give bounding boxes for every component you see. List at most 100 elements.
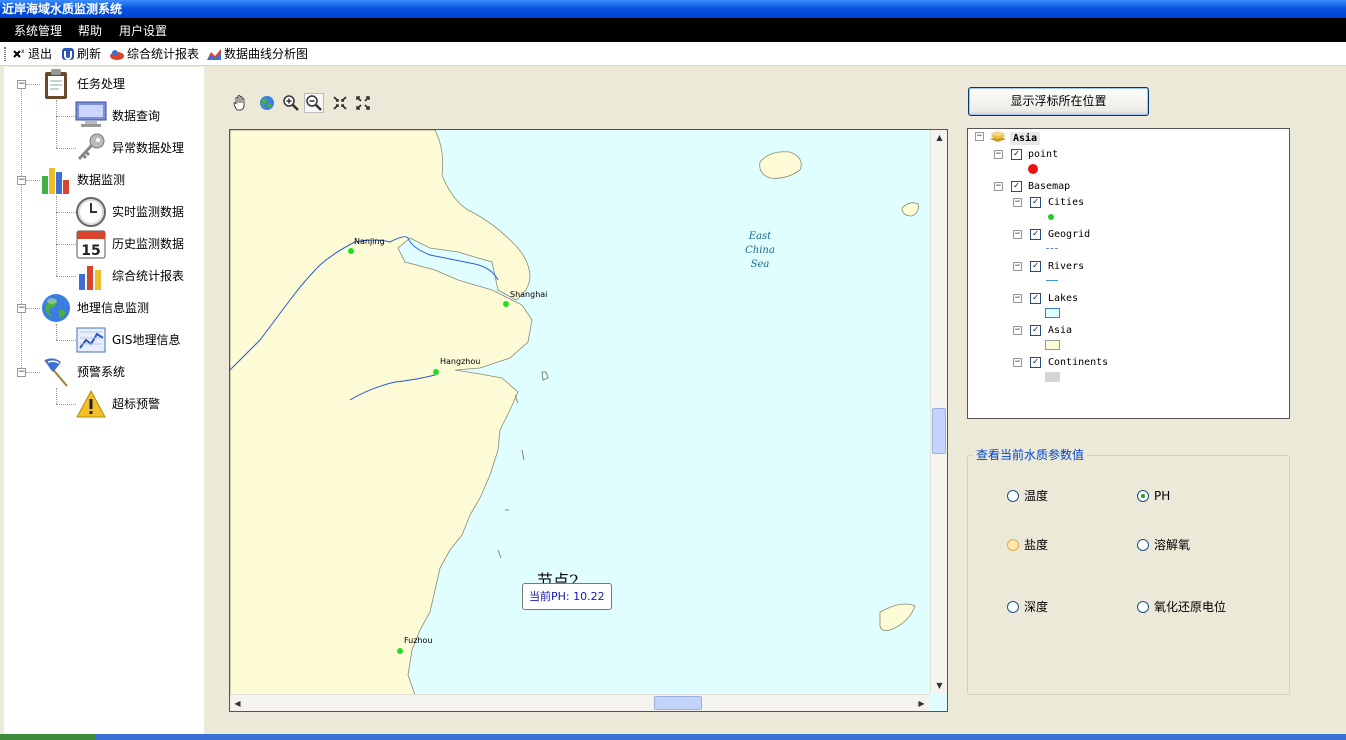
- radio-label: 盐度: [1024, 538, 1049, 552]
- menu-system[interactable]: 系统管理: [14, 22, 62, 39]
- collapse-toggle[interactable]: −: [17, 80, 26, 89]
- fixed-zoom-out-icon[interactable]: [354, 94, 372, 112]
- node-tooltip: 当前PH: 10.22: [522, 583, 612, 610]
- tree-task-processing[interactable]: 任务处理: [77, 76, 125, 92]
- tree-history-data[interactable]: 历史监测数据: [112, 236, 184, 252]
- lakes-symbol: [1045, 308, 1060, 318]
- curve-button[interactable]: 数据曲线分析图: [206, 46, 308, 62]
- legend-root-asia[interactable]: Asia: [1010, 132, 1041, 145]
- full-extent-globe-icon[interactable]: [258, 94, 276, 112]
- menu-help[interactable]: 帮助: [78, 22, 102, 39]
- collapse-toggle[interactable]: −: [1013, 294, 1022, 303]
- collapse-toggle[interactable]: −: [1013, 326, 1022, 335]
- layer-checkbox[interactable]: ✓: [1030, 261, 1041, 272]
- radio-circle: [1007, 539, 1019, 551]
- show-buoy-location-button[interactable]: 显示浮标所在位置: [968, 87, 1149, 116]
- scroll-up-button[interactable]: ▲: [932, 130, 947, 145]
- collapse-toggle[interactable]: −: [17, 368, 26, 377]
- layer-asia-label: Asia: [1048, 325, 1073, 336]
- nav-tree: − 任务处理 数据查询 异常数据处理 − 数据监测 实时监测数据 15 历史监测…: [4, 67, 204, 735]
- collapse-toggle[interactable]: −: [1013, 230, 1022, 239]
- radio-orp[interactable]: 氧化还原电位: [1137, 599, 1226, 615]
- collapse-toggle[interactable]: −: [1013, 358, 1022, 367]
- city-shanghai-marker: [503, 301, 509, 307]
- radio-circle: [1007, 601, 1019, 613]
- vertical-scroll-thumb[interactable]: [932, 408, 946, 454]
- globe-icon: [42, 294, 70, 322]
- window-title: 近岸海域水质监测系统: [0, 0, 1346, 18]
- city-nanjing-label: Nanjing: [354, 237, 385, 246]
- radio-depth[interactable]: 深度: [1007, 599, 1048, 615]
- layer-checkbox[interactable]: ✓: [1030, 293, 1041, 304]
- fixed-zoom-in-icon[interactable]: [331, 94, 349, 112]
- collapse-toggle[interactable]: −: [1013, 198, 1022, 207]
- pan-hand-icon[interactable]: [232, 94, 250, 112]
- tree-data-query[interactable]: 数据查询: [112, 108, 160, 124]
- tree-line: [26, 372, 40, 373]
- tree-line: [56, 148, 76, 149]
- bar-chart-icon: [42, 168, 69, 194]
- collapse-toggle[interactable]: −: [975, 132, 984, 141]
- scroll-right-button[interactable]: ▶: [914, 696, 929, 711]
- layer-checkbox[interactable]: ✓: [1030, 357, 1041, 368]
- sea-label-line: East: [748, 231, 772, 242]
- refresh-button[interactable]: 刷新: [61, 46, 101, 62]
- clipboard-icon: [45, 69, 67, 99]
- collapse-toggle[interactable]: −: [1013, 262, 1022, 271]
- param-groupbox-title: 查看当前水质参数值: [973, 446, 1088, 463]
- map-view[interactable]: Nanjing Shanghai Hangzhou Fuzhou East Ch…: [229, 129, 948, 712]
- collapse-toggle[interactable]: −: [17, 176, 26, 185]
- tree-realtime-data[interactable]: 实时监测数据: [112, 204, 184, 220]
- collapse-toggle[interactable]: −: [994, 150, 1003, 159]
- radio-dissolved-oxygen[interactable]: 溶解氧: [1137, 537, 1190, 553]
- city-nanjing-marker: [348, 248, 354, 254]
- collapse-toggle[interactable]: −: [994, 182, 1003, 191]
- layer-checkbox[interactable]: ✓: [1030, 229, 1041, 240]
- horizontal-scroll-thumb[interactable]: [654, 696, 702, 710]
- report-button[interactable]: 综合统计报表: [109, 46, 199, 62]
- tree-line: [56, 276, 76, 277]
- layer-checkbox[interactable]: ✓: [1030, 325, 1041, 336]
- menu-user-settings[interactable]: 用户设置: [119, 22, 167, 39]
- calendar-icon: 15: [76, 230, 106, 259]
- tree-abnormal-data[interactable]: 异常数据处理: [112, 140, 184, 156]
- radio-label: PH: [1154, 489, 1171, 503]
- scroll-left-button[interactable]: ◀: [230, 696, 245, 711]
- layer-checkbox[interactable]: ✓: [1030, 197, 1041, 208]
- cities-symbol: [1048, 214, 1054, 220]
- tree-line: [56, 340, 76, 341]
- tree-stats-report[interactable]: 综合统计报表: [112, 268, 184, 284]
- layers-stack-icon: [990, 131, 1006, 142]
- toolbar-grip[interactable]: [4, 47, 6, 61]
- radio-temperature[interactable]: 温度: [1007, 488, 1048, 504]
- tree-warning-system[interactable]: 预警系统: [77, 364, 125, 380]
- map-canvas[interactable]: [230, 130, 948, 712]
- monitor-icon: [75, 101, 107, 127]
- scroll-down-button[interactable]: ▼: [932, 678, 947, 693]
- tree-line: [56, 404, 76, 405]
- city-fuzhou-marker: [397, 648, 403, 654]
- tree-data-monitoring[interactable]: 数据监测: [77, 172, 125, 188]
- radio-ph[interactable]: PH: [1137, 488, 1170, 504]
- exit-label: 退出: [28, 47, 53, 61]
- radio-circle: [1007, 490, 1019, 502]
- layer-lakes-label: Lakes: [1048, 293, 1079, 304]
- stats-report-icon: [79, 266, 101, 290]
- tree-gis-monitoring[interactable]: 地理信息监测: [77, 300, 149, 316]
- radio-salinity[interactable]: 盐度: [1007, 537, 1048, 553]
- zoom-in-icon[interactable]: [282, 94, 300, 112]
- tree-gis-info[interactable]: GIS地理信息: [112, 332, 180, 348]
- tree-line: [56, 212, 76, 213]
- collapse-toggle[interactable]: −: [17, 304, 26, 313]
- zoom-out-icon[interactable]: [304, 93, 324, 113]
- warning-icon: [76, 389, 106, 418]
- exit-button[interactable]: x 退出: [12, 46, 52, 62]
- small-island: [901, 202, 919, 217]
- tree-over-limit-warning[interactable]: 超标预警: [112, 396, 160, 412]
- gis-chart-icon: [76, 327, 106, 353]
- layer-checkbox[interactable]: ✓: [1011, 149, 1022, 160]
- map-horizontal-scrollbar[interactable]: ◀ ▶: [230, 694, 930, 711]
- layer-cities-label: Cities: [1048, 197, 1085, 208]
- map-vertical-scrollbar[interactable]: ▲ ▼: [930, 130, 947, 694]
- layer-checkbox[interactable]: ✓: [1011, 181, 1022, 192]
